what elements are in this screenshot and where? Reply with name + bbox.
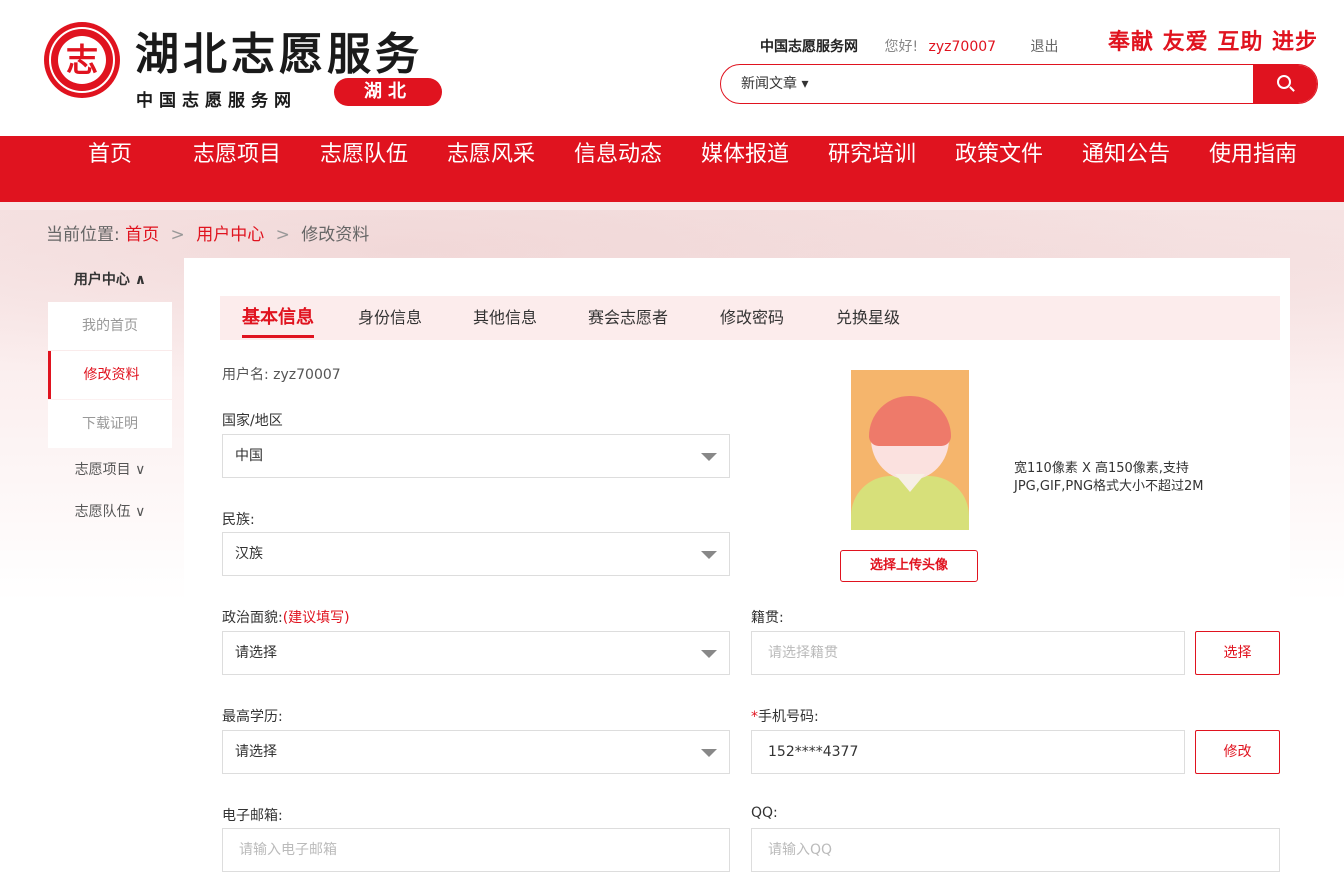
education-label: 最高学历:: [222, 709, 283, 725]
phone-edit-button[interactable]: 修改: [1195, 730, 1280, 774]
sidebar-group-projects[interactable]: 志愿项目 ∨: [48, 449, 172, 491]
avatar-note-line2: JPG,GIF,PNG格式大小不超过2M: [1014, 479, 1204, 494]
political-select[interactable]: 请选择: [222, 631, 730, 675]
username-link[interactable]: zyz70007: [929, 39, 997, 55]
country-value: 中国: [235, 448, 263, 464]
logo-glyph: 志: [58, 36, 106, 84]
china-volunteer-link[interactable]: 中国志愿服务网: [760, 36, 858, 56]
tab-other-info[interactable]: 其他信息: [473, 296, 537, 340]
nav-research[interactable]: 研究培训: [828, 136, 916, 202]
nav-showcase[interactable]: 志愿风采: [447, 136, 535, 202]
profile-tabs: 基本信息 身份信息 其他信息 赛会志愿者 修改密码 兑换星级: [220, 296, 1280, 340]
qq-label: QQ:: [751, 805, 778, 821]
phone-label: *手机号码:: [751, 706, 819, 726]
nav-news[interactable]: 信息动态: [574, 136, 662, 202]
search-input[interactable]: [831, 65, 1251, 103]
avatar-note-line1: 宽110像素 X 高150像素,支持: [1014, 461, 1189, 476]
required-mark: *: [751, 709, 758, 725]
phone-field: 152****4377: [751, 730, 1185, 774]
main-nav: 首页 志愿项目 志愿队伍 志愿风采 信息动态 媒体报道 研究培训 政策文件 通知…: [0, 136, 1344, 202]
nav-media[interactable]: 媒体报道: [701, 136, 789, 202]
breadcrumb-user-center[interactable]: 用户中心: [196, 225, 264, 245]
tab-event-volunteer[interactable]: 赛会志愿者: [588, 296, 668, 340]
ethnic-value: 汉族: [235, 546, 263, 562]
search-category-select[interactable]: 新闻文章 ▾: [741, 65, 808, 103]
nav-guide[interactable]: 使用指南: [1209, 136, 1297, 202]
native-select-button[interactable]: 选择: [1195, 631, 1280, 675]
avatar-hair: [869, 396, 951, 446]
native-label: 籍贯:: [751, 610, 784, 626]
political-label-text: 政治面貌:: [222, 610, 283, 626]
site-logo-icon[interactable]: 志: [44, 22, 120, 98]
chevron-down-icon: [701, 749, 717, 757]
search-button[interactable]: [1253, 65, 1317, 103]
search-bar: 新闻文章 ▾: [720, 64, 1318, 104]
tab-change-password[interactable]: 修改密码: [720, 296, 784, 340]
ethnic-select[interactable]: 汉族: [222, 532, 730, 576]
education-value: 请选择: [235, 744, 277, 760]
country-label: 国家/地区: [222, 413, 283, 429]
education-select[interactable]: 请选择: [222, 730, 730, 774]
breadcrumb-home[interactable]: 首页: [125, 225, 159, 245]
political-hint: (建议填写): [282, 610, 350, 626]
chevron-down-icon: [701, 650, 717, 658]
tab-basic-info[interactable]: 基本信息: [242, 296, 314, 340]
slogan: 奉献 友爱 互助 进步: [1108, 29, 1318, 55]
breadcrumb-label: 当前位置:: [46, 225, 120, 245]
sidebar-item-my-home[interactable]: 我的首页: [48, 302, 172, 350]
tab-redeem-star[interactable]: 兑换星级: [836, 296, 900, 340]
political-label: 政治面貌:(建议填写): [222, 607, 350, 627]
breadcrumb: 当前位置: 首页 > 用户中心 > 修改资料: [46, 220, 369, 245]
username-display: 用户名: zyz70007: [222, 367, 341, 383]
email-label: 电子邮箱:: [222, 808, 283, 824]
breadcrumb-sep: >: [170, 225, 185, 245]
site-title[interactable]: 湖北志愿服务: [135, 18, 423, 82]
nav-notices[interactable]: 通知公告: [1082, 136, 1170, 202]
site-header: 志 湖北志愿服务 中国志愿服务网 湖北 中国志愿服务网 您好! zyz70007…: [0, 0, 1344, 136]
province-badge: 湖北: [334, 78, 442, 106]
greeting-text: 您好!: [884, 39, 919, 55]
site-subtitle: 中国志愿服务网: [136, 91, 297, 111]
country-select[interactable]: 中国: [222, 434, 730, 478]
search-icon-handle: [1289, 86, 1295, 92]
nav-teams[interactable]: 志愿队伍: [320, 136, 408, 202]
chevron-down-icon: [701, 453, 717, 461]
nav-home[interactable]: 首页: [88, 136, 132, 202]
native-place-input[interactable]: 请选择籍贯: [751, 631, 1185, 675]
avatar-preview: [851, 370, 969, 530]
upload-avatar-button[interactable]: 选择上传头像: [840, 550, 978, 582]
breadcrumb-current: 修改资料: [301, 225, 370, 245]
qq-input[interactable]: 请输入QQ: [751, 828, 1280, 872]
tab-identity-info[interactable]: 身份信息: [358, 296, 422, 340]
nav-projects[interactable]: 志愿项目: [193, 136, 281, 202]
sidebar-item-download-cert[interactable]: 下载证明: [48, 400, 172, 448]
email-input[interactable]: 请输入电子邮箱: [222, 828, 730, 872]
logout-link[interactable]: 退出: [1031, 36, 1059, 56]
sidebar-user-center-toggle[interactable]: 用户中心 ∧: [48, 258, 172, 302]
chevron-down-icon: [701, 551, 717, 559]
sidebar-group-teams[interactable]: 志愿队伍 ∨: [48, 491, 172, 533]
nav-policy[interactable]: 政策文件: [955, 136, 1043, 202]
ethnic-label: 民族:: [222, 512, 255, 528]
avatar-requirements: 宽110像素 X 高150像素,支持 JPG,GIF,PNG格式大小不超过2M: [1014, 460, 1244, 496]
breadcrumb-sep: >: [275, 225, 290, 245]
sidebar-item-edit-profile[interactable]: 修改资料: [48, 351, 172, 399]
phone-label-text: 手机号码:: [758, 709, 819, 725]
sidebar: 用户中心 ∧ 我的首页 修改资料 下载证明 志愿项目 ∨ 志愿队伍 ∨: [48, 258, 172, 533]
top-links: 中国志愿服务网 您好! zyz70007 退出: [760, 36, 1081, 56]
political-value: 请选择: [235, 645, 277, 661]
